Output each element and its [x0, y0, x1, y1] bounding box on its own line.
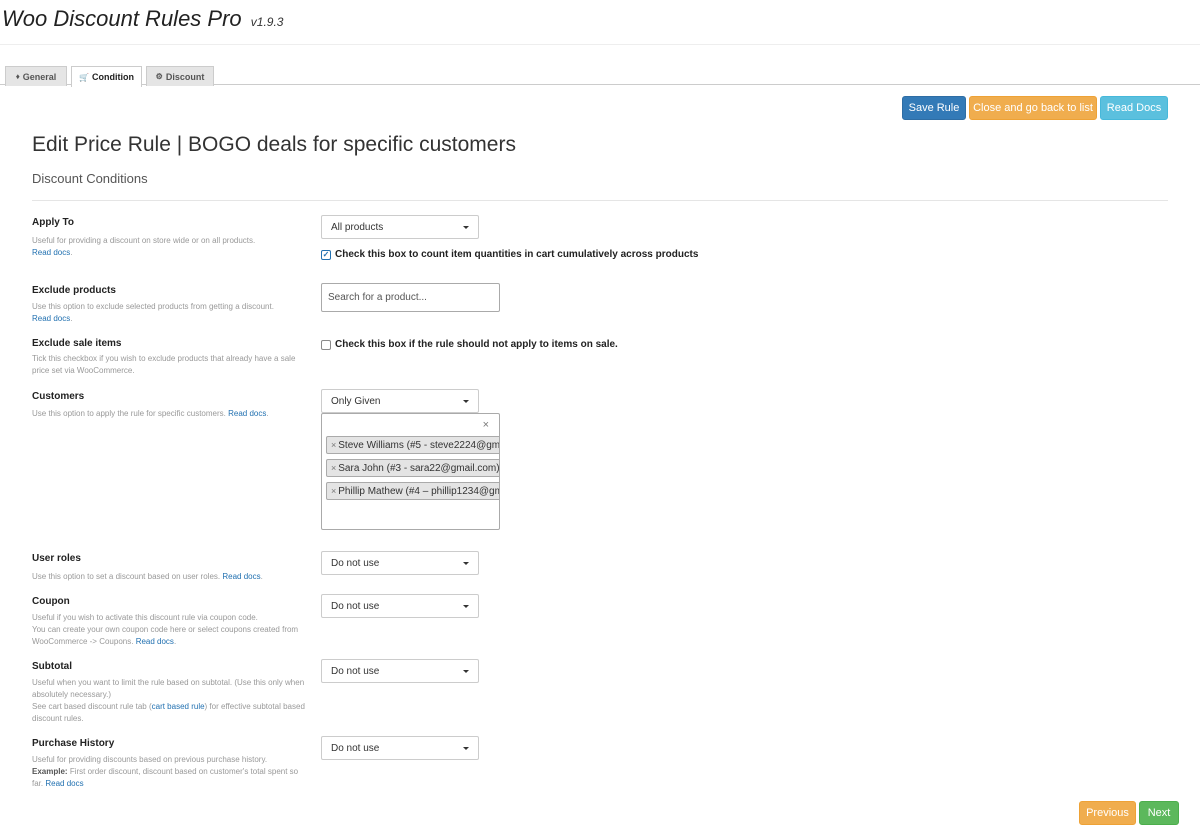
subtotal-label: Subtotal [32, 661, 72, 672]
apply-to-select[interactable]: All products [321, 215, 479, 239]
apply-to-help-text: Useful for providing a discount on store… [32, 236, 256, 245]
caret-down-icon [463, 605, 469, 608]
customers-select[interactable]: Only Given [321, 389, 479, 413]
divider [32, 200, 1168, 201]
coupon-read-docs-link[interactable]: Read docs [136, 637, 174, 646]
user-roles-select[interactable]: Do not use [321, 551, 479, 575]
customers-multiselect[interactable]: × × Steve Williams (#5 - steve2224@gmail… [321, 413, 500, 530]
example-label: Example: [32, 767, 68, 776]
purchase-history-value: Do not use [331, 742, 380, 754]
app-name: Woo Discount Rules Pro [2, 6, 242, 31]
exclude-sale-label: Exclude sale items [32, 338, 122, 349]
tabs-bar: ♦ General 🛒 Condition ⚙ Discount [0, 65, 1200, 87]
caret-down-icon [463, 226, 469, 229]
cumulative-checkbox-row: ✓ Check this box to count item quantitie… [321, 249, 698, 260]
subtotal-value: Do not use [331, 665, 380, 677]
customer-chip-label: Phillip Mathew (#4 – phillip1234@gmail.c… [338, 485, 499, 497]
coupon-help: Useful if you wish to activate this disc… [32, 613, 299, 646]
apply-to-value: All products [331, 221, 384, 233]
exclude-sale-checkbox[interactable] [321, 339, 331, 350]
exclude-sale-checkbox-row: Check this box if the rule should not ap… [321, 339, 618, 350]
clear-icon[interactable]: × [483, 419, 489, 431]
exclude-products-read-docs-link[interactable]: Read docs [32, 314, 70, 323]
subtotal-help-text-2a: See cart based discount rule tab ( [32, 702, 152, 711]
app-header: Woo Discount Rules Pro v1.9.3 [0, 0, 1200, 45]
purchase-history-read-docs-link[interactable]: Read docs [45, 779, 83, 788]
customers-label: Customers [32, 391, 85, 402]
read-docs-button[interactable]: Read Docs [1100, 96, 1168, 120]
purchase-history-label: Purchase History [32, 738, 115, 749]
coupon-value: Do not use [331, 600, 380, 612]
gears-icon: ⚙ [155, 72, 163, 81]
caret-down-icon [463, 400, 469, 403]
app-version: v1.9.3 [250, 15, 284, 29]
exclude-products-label: Exclude products [32, 285, 116, 296]
tab-general[interactable]: ♦ General [5, 66, 67, 86]
tab-general-label: General [22, 71, 57, 82]
customer-chip: × Steve Williams (#5 - steve2224@gmail.c… [326, 436, 500, 454]
tab-discount-label: Discount [165, 71, 205, 82]
customers-read-docs-link[interactable]: Read docs [228, 409, 266, 418]
purchase-history-select[interactable]: Do not use [321, 736, 479, 760]
section-title: Discount Conditions [32, 171, 148, 186]
customers-help: Use this option to apply the rule for sp… [32, 409, 269, 418]
cumulative-checkbox[interactable]: ✓ [321, 249, 331, 260]
customer-chip: × Sara John (#3 - sara22@gmail.com) [326, 459, 500, 477]
exclude-sale-checkbox-label: Check this box if the rule should not ap… [335, 339, 618, 350]
save-rule-button[interactable]: Save Rule [902, 96, 966, 120]
subtotal-help-text-1: Useful when you want to limit the rule b… [32, 678, 305, 699]
cart-icon: 🛒 [79, 72, 89, 82]
coupon-label: Coupon [32, 596, 70, 607]
customer-chip-label: Sara John (#3 - sara22@gmail.com) [338, 462, 500, 474]
previous-button[interactable]: Previous [1079, 801, 1136, 825]
tab-condition[interactable]: 🛒 Condition [71, 66, 142, 87]
cumulative-checkbox-label: Check this box to count item quantities … [335, 249, 699, 260]
coupon-select[interactable]: Do not use [321, 594, 479, 618]
customers-value: Only Given [331, 395, 381, 407]
product-search-input[interactable] [321, 283, 500, 312]
page-title: Edit Price Rule | BOGO deals for specifi… [32, 133, 516, 156]
subtotal-select[interactable]: Do not use [321, 659, 479, 683]
remove-icon[interactable]: × [331, 440, 336, 450]
remove-icon[interactable]: × [331, 486, 336, 496]
customer-chip-label: Steve Williams (#5 - steve2224@gmail.com… [338, 439, 500, 451]
subtotal-help: Useful when you want to limit the rule b… [32, 677, 307, 725]
tag-icon: ♦ [15, 72, 20, 81]
purchase-history-help-text-1: Useful for providing discounts based on … [32, 755, 268, 764]
purchase-history-help: Useful for providing discounts based on … [32, 754, 307, 790]
apply-to-help: Useful for providing a discount on store… [32, 236, 256, 257]
customer-chip: × Phillip Mathew (#4 – phillip1234@gmail… [326, 482, 499, 500]
customers-help-text: Use this option to apply the rule for sp… [32, 409, 226, 418]
tab-discount[interactable]: ⚙ Discount [146, 66, 214, 86]
next-button[interactable]: Next [1139, 801, 1179, 825]
cart-based-rule-link[interactable]: cart based rule [152, 702, 205, 711]
check-icon: ✓ [322, 249, 330, 259]
coupon-help-text-1: Useful if you wish to activate this disc… [32, 613, 258, 622]
remove-icon[interactable]: × [331, 463, 336, 473]
apply-to-label: Apply To [32, 217, 75, 228]
caret-down-icon [463, 562, 469, 565]
user-roles-value: Do not use [331, 557, 380, 569]
user-roles-label: User roles [32, 553, 81, 564]
user-roles-help-text: Use this option to set a discount based … [32, 572, 221, 581]
app-title: Woo Discount Rules Pro v1.9.3 [2, 6, 283, 32]
user-roles-read-docs-link[interactable]: Read docs [222, 572, 260, 581]
apply-to-read-docs-link[interactable]: Read docs [32, 248, 70, 257]
exclude-products-help-text: Use this option to exclude selected prod… [32, 302, 274, 311]
user-roles-help: Use this option to set a discount based … [32, 572, 263, 581]
caret-down-icon [463, 670, 469, 673]
close-back-button[interactable]: Close and go back to list [969, 96, 1097, 120]
exclude-products-help: Use this option to exclude selected prod… [32, 302, 274, 323]
caret-down-icon [463, 747, 469, 750]
exclude-sale-help: Tick this checkbox if you wish to exclud… [32, 354, 296, 375]
tab-condition-label: Condition [91, 72, 134, 82]
